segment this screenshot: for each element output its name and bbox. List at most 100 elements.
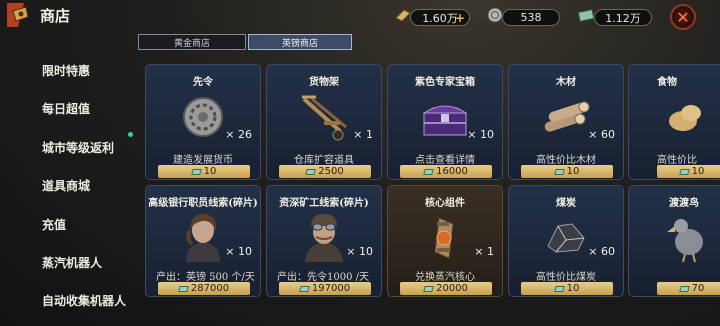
price-button[interactable]: 10 — [158, 165, 250, 178]
banknote-icon — [423, 168, 434, 175]
card-name: 煤炭 — [556, 198, 576, 209]
purple-chest-icon — [420, 97, 470, 143]
card-name: 货物架 — [309, 77, 339, 88]
bank-clerk-portrait-icon — [178, 210, 228, 266]
wood-logs-icon — [538, 97, 594, 141]
price-value: 2500 — [318, 166, 344, 177]
food-icon — [665, 97, 705, 141]
card-quantity: × 60 — [588, 245, 615, 258]
card-quantity: × 60 — [588, 128, 615, 141]
close-button[interactable]: ✕ — [670, 4, 696, 30]
banknote-icon — [678, 285, 690, 292]
shop-card[interactable]: 食物 高性价比 10 — [628, 64, 720, 180]
tab-pound-shop-label: 英镑商店 — [281, 38, 318, 49]
card-name: 核心组件 — [425, 198, 465, 209]
price-value: 16000 — [436, 166, 468, 177]
shop-card[interactable]: 核心组件 × 1 兑换蒸汽核心 20000 — [387, 185, 503, 297]
card-description: 高性价比 — [657, 155, 697, 166]
banknote-icon — [577, 6, 595, 24]
price-button[interactable]: 2500 — [279, 165, 371, 178]
banknote-icon — [553, 168, 565, 175]
banknote-icon — [305, 168, 317, 175]
selected-indicator — [128, 132, 133, 137]
price-value: 287000 — [190, 283, 230, 294]
banknote-icon — [678, 168, 690, 175]
card-description: 建造发展货币 — [173, 155, 233, 166]
shop-card[interactable]: 煤炭 × 60 高性价比煤炭 10 — [508, 185, 624, 297]
card-description: 产出：英镑 500 个/天 — [156, 272, 255, 283]
card-description: 仓库扩容道具 — [294, 155, 354, 166]
price-button[interactable]: 10 — [521, 282, 613, 295]
shop-card[interactable]: 资深矿工线索(碎片) × 10 产出：先令1000 /天 197000 — [266, 185, 382, 297]
card-quantity: × 26 — [225, 128, 252, 141]
card-description: 兑换蒸汽核心 — [415, 272, 475, 283]
banknote-counter: 1.12万 — [594, 9, 652, 26]
card-name: 渡渡鸟 — [669, 198, 699, 209]
gold-value: 1.60万 — [422, 11, 458, 25]
shop-card[interactable]: 渡渡鸟 70 — [628, 185, 720, 297]
sidebar-item-item-mall[interactable]: 道具商城 — [42, 177, 90, 194]
coin-counter: 538 — [502, 9, 560, 26]
card-quantity: × 1 — [353, 128, 373, 141]
sidebar-item-daily-value[interactable]: 每日超值 — [42, 100, 90, 117]
price-value: 197000 — [311, 283, 351, 294]
hand-truck-icon — [294, 93, 354, 147]
card-quantity: × 1 — [474, 245, 494, 258]
dodo-bird-icon — [665, 212, 709, 266]
banknote-icon — [299, 285, 310, 292]
sidebar-item-steam-robot[interactable]: 蒸汽机器人 — [42, 254, 102, 271]
banknote-icon — [178, 285, 189, 292]
shop-card[interactable]: 先令 × 26 建造发展货币 10 — [145, 64, 261, 180]
price-button[interactable]: 20000 — [400, 282, 492, 295]
card-description: 点击查看详情 — [415, 155, 475, 166]
price-value: 70 — [691, 283, 705, 294]
close-icon: ✕ — [676, 7, 690, 27]
coin-value: 538 — [520, 11, 542, 24]
sidebar-item-recharge[interactable]: 充值 — [42, 216, 66, 233]
tab-pound-shop[interactable]: 英镑商店 — [248, 34, 352, 50]
card-name: 食物 — [657, 77, 677, 88]
price-value: 10 — [203, 166, 217, 177]
steam-core-icon — [425, 214, 465, 266]
add-gold-button[interactable]: + — [455, 11, 465, 25]
sidebar-item-auto-collect-robot[interactable]: 自动收集机器人 — [42, 292, 126, 309]
price-value: 10 — [566, 166, 580, 177]
gold-counter[interactable]: 1.60万 + — [410, 9, 470, 26]
banknote-icon — [423, 285, 434, 292]
card-name: 先令 — [193, 77, 213, 88]
price-button[interactable]: 287000 — [158, 282, 250, 295]
card-quantity: × 10 — [346, 245, 373, 258]
shop-icon — [4, 1, 38, 29]
tab-gold-shop[interactable]: 黄金商店 — [138, 34, 246, 50]
page-title: 商店 — [40, 6, 71, 25]
card-name: 紫色专家宝箱 — [415, 77, 475, 88]
sidebar-item-limited-offer[interactable]: 限时特惠 — [42, 62, 90, 79]
card-description: 产出：先令1000 /天 — [277, 272, 369, 283]
shop-card[interactable]: 木材 × 60 高性价比木材 10 — [508, 64, 624, 180]
card-description: 高性价比煤炭 — [536, 272, 596, 283]
shop-card[interactable]: 紫色专家宝箱 × 10 点击查看详情 16000 — [387, 64, 503, 180]
shop-card[interactable]: 高级银行职员线索(碎片) × 10 产出：英镑 500 个/天 287000 — [145, 185, 261, 297]
price-button[interactable]: 10 — [657, 165, 720, 178]
tab-gold-shop-label: 黄金商店 — [173, 38, 210, 49]
price-value: 10 — [691, 166, 705, 177]
card-name: 高级银行职员线索(碎片) — [148, 198, 258, 209]
shilling-coin-icon — [181, 95, 225, 143]
price-value: 10 — [566, 283, 580, 294]
miner-portrait-icon — [299, 210, 349, 266]
card-quantity: × 10 — [467, 128, 494, 141]
banknote-icon — [553, 285, 565, 292]
card-description: 高性价比木材 — [536, 155, 596, 166]
card-quantity: × 10 — [225, 245, 252, 258]
price-button[interactable]: 197000 — [279, 282, 371, 295]
coal-icon — [542, 216, 590, 260]
price-button[interactable]: 16000 — [400, 165, 492, 178]
card-name: 木材 — [556, 77, 576, 88]
banknote-value: 1.12万 — [605, 11, 641, 25]
sidebar-item-city-rebate[interactable]: 城市等级返利 — [42, 139, 114, 156]
price-button[interactable]: 70 — [657, 282, 720, 295]
price-value: 20000 — [436, 283, 468, 294]
price-button[interactable]: 10 — [521, 165, 613, 178]
banknote-icon — [190, 168, 202, 175]
shop-card[interactable]: 货物架 × 1 仓库扩容道具 2500 — [266, 64, 382, 180]
